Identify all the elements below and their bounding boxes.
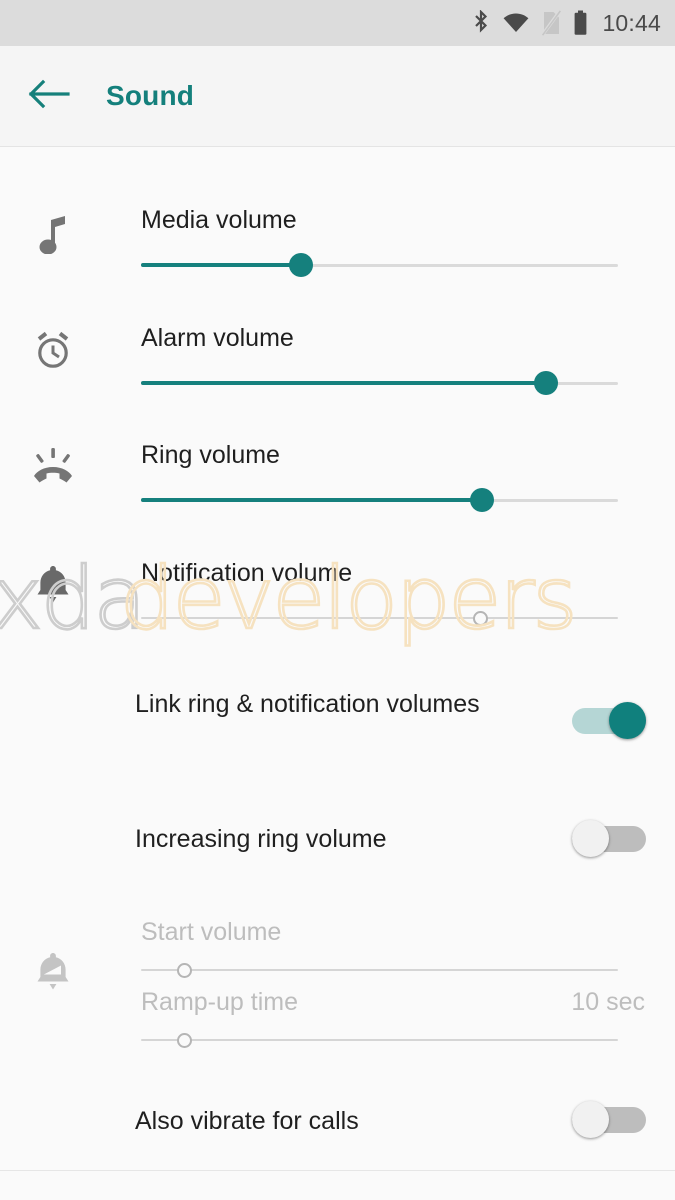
alarm-volume-slider[interactable] bbox=[141, 371, 618, 395]
start-volume-slider bbox=[141, 958, 618, 982]
slider-thumb bbox=[472, 611, 488, 626]
settings-content: Media volume Alarm volume Ring volume No… bbox=[0, 148, 675, 1200]
vibrate-calls-toggle[interactable] bbox=[572, 1099, 646, 1139]
ramp-up-time-value: 10 sec bbox=[571, 988, 645, 1016]
ring-volume-icon bbox=[30, 445, 76, 489]
slider-fill bbox=[141, 263, 301, 267]
back-arrow-icon bbox=[28, 78, 70, 115]
media-volume-label: Media volume bbox=[141, 206, 297, 234]
slider-thumb[interactable] bbox=[470, 488, 495, 512]
increasing-ring-label: Increasing ring volume bbox=[135, 825, 387, 853]
sound-settings-screen: 10:44 Sound Media volume Alarm volume Ri… bbox=[0, 0, 675, 1200]
link-volumes-toggle[interactable] bbox=[572, 700, 646, 740]
increasing-ring-toggle[interactable] bbox=[572, 818, 646, 858]
bottom-divider bbox=[0, 1170, 675, 1171]
increasing-bell-icon bbox=[30, 950, 76, 996]
setting-row-ring-volume[interactable]: Ring volume bbox=[0, 423, 675, 513]
media-volume-slider[interactable] bbox=[141, 253, 618, 277]
slider-thumb[interactable] bbox=[534, 371, 559, 395]
music-note-icon bbox=[30, 210, 76, 254]
toggle-thumb bbox=[572, 1101, 609, 1138]
back-button[interactable] bbox=[28, 78, 88, 115]
setting-row-media-volume[interactable]: Media volume bbox=[0, 188, 675, 278]
increasing-ring-options: Start volume Ramp-up time 10 sec bbox=[0, 908, 675, 1048]
ring-volume-slider[interactable] bbox=[141, 488, 618, 512]
slider-fill bbox=[141, 498, 483, 502]
battery-icon bbox=[573, 10, 588, 36]
start-volume-label: Start volume bbox=[141, 918, 282, 946]
slider-thumb bbox=[176, 1033, 192, 1048]
no-sim-icon bbox=[541, 10, 562, 36]
notification-volume-label: Notification volume bbox=[141, 559, 353, 587]
setting-row-increasing-ring[interactable]: Increasing ring volume bbox=[0, 813, 675, 883]
slider-track bbox=[141, 1039, 618, 1041]
wifi-icon bbox=[503, 13, 529, 33]
setting-row-vibrate-calls[interactable]: Also vibrate for calls bbox=[0, 1093, 675, 1163]
slider-fill bbox=[141, 381, 547, 385]
ramp-up-time-slider bbox=[141, 1028, 618, 1052]
bluetooth-icon bbox=[471, 10, 491, 36]
slider-track bbox=[141, 617, 618, 619]
notification-volume-slider bbox=[141, 606, 618, 630]
slider-thumb[interactable] bbox=[288, 253, 313, 277]
toggle-thumb bbox=[572, 820, 609, 857]
ring-volume-label: Ring volume bbox=[141, 441, 280, 469]
vibrate-calls-label: Also vibrate for calls bbox=[135, 1107, 359, 1135]
status-bar: 10:44 bbox=[0, 0, 675, 46]
slider-track bbox=[141, 969, 618, 971]
alarm-volume-label: Alarm volume bbox=[141, 324, 294, 352]
setting-row-alarm-volume[interactable]: Alarm volume bbox=[0, 306, 675, 396]
ramp-up-time-label: Ramp-up time bbox=[141, 988, 298, 1016]
notification-bell-icon bbox=[30, 563, 76, 607]
link-volumes-label: Link ring & notification volumes bbox=[135, 690, 480, 718]
page-title: Sound bbox=[106, 80, 195, 111]
toggle-thumb bbox=[609, 702, 646, 739]
setting-row-notification-volume: Notification volume bbox=[0, 541, 675, 631]
status-bar-clock: 10:44 bbox=[602, 9, 661, 36]
setting-row-link-volumes[interactable]: Link ring & notification volumes bbox=[0, 668, 675, 778]
app-bar: Sound bbox=[0, 46, 675, 147]
slider-thumb bbox=[176, 963, 192, 978]
alarm-clock-icon bbox=[30, 328, 76, 372]
